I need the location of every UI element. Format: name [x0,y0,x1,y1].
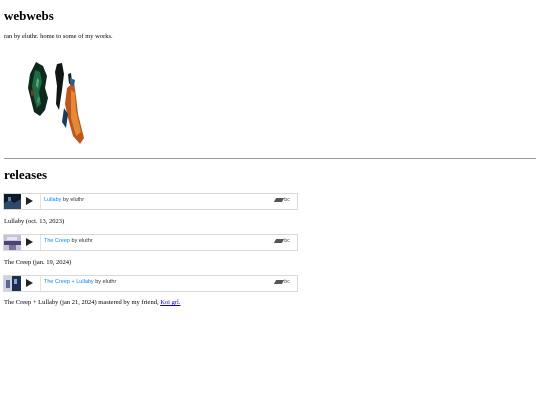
player-divider [40,276,41,291]
track-title-link[interactable]: The Creep [44,238,70,244]
track-artist[interactable]: eluthr [79,238,93,244]
player-divider [40,194,41,209]
track-info: The Creep by eluthr [44,238,93,244]
release-caption-text: The Creep + Lullaby (jan 21, 2024) maste… [4,299,161,306]
koi-grl-link[interactable]: Koi grl. [160,299,180,306]
header-artwork-image [28,62,84,144]
bandcamp-player-the-creep[interactable]: The Creep by eluthr bc [3,234,298,251]
track-artist[interactable]: eluthr [103,279,117,285]
bandcamp-logo-icon [274,197,285,202]
album-art-thumbnail[interactable] [4,194,21,209]
play-icon[interactable] [26,279,33,287]
release-caption: Lullaby (oct. 13, 2023) [4,218,65,225]
track-by-text: by [62,197,69,203]
track-artist[interactable]: eluthr [70,197,84,203]
section-divider [4,158,536,159]
site-tagline: ran by eluthr. home to some of my works. [4,33,113,40]
bandcamp-player-lullaby[interactable]: Lullaby by eluthr bc [3,193,298,210]
album-art-thumbnail[interactable] [4,235,21,250]
bandcamp-logo-icon [274,279,285,284]
site-title: webwebs [4,8,54,23]
track-by-text: by [95,279,102,285]
bandcamp-badge-text: bc [284,238,290,244]
bandcamp-badge[interactable]: bc [274,238,290,244]
releases-heading: releases [4,167,48,182]
track-info: Lullaby by eluthr [44,197,84,203]
track-by-text: by [71,238,78,244]
bandcamp-badge-text: bc [284,197,290,203]
play-icon[interactable] [26,238,33,246]
release-caption: The Creep + Lullaby (jan 21, 2024) maste… [4,299,180,306]
bandcamp-badge-text: bc [284,279,290,285]
release-caption: The Creep (jan. 19, 2024) [4,259,72,266]
bandcamp-badge[interactable]: bc [274,279,290,285]
album-art-thumbnail[interactable] [4,276,21,291]
player-divider [40,235,41,250]
bandcamp-logo-icon [274,238,285,243]
track-title-link[interactable]: Lullaby [44,197,61,203]
bandcamp-badge[interactable]: bc [274,197,290,203]
track-info: The Creep + Lullaby by eluthr [44,279,116,285]
bandcamp-player-the-creep-lullaby[interactable]: The Creep + Lullaby by eluthr bc [3,275,298,292]
play-icon[interactable] [26,197,33,205]
track-title-link[interactable]: The Creep + Lullaby [44,279,94,285]
